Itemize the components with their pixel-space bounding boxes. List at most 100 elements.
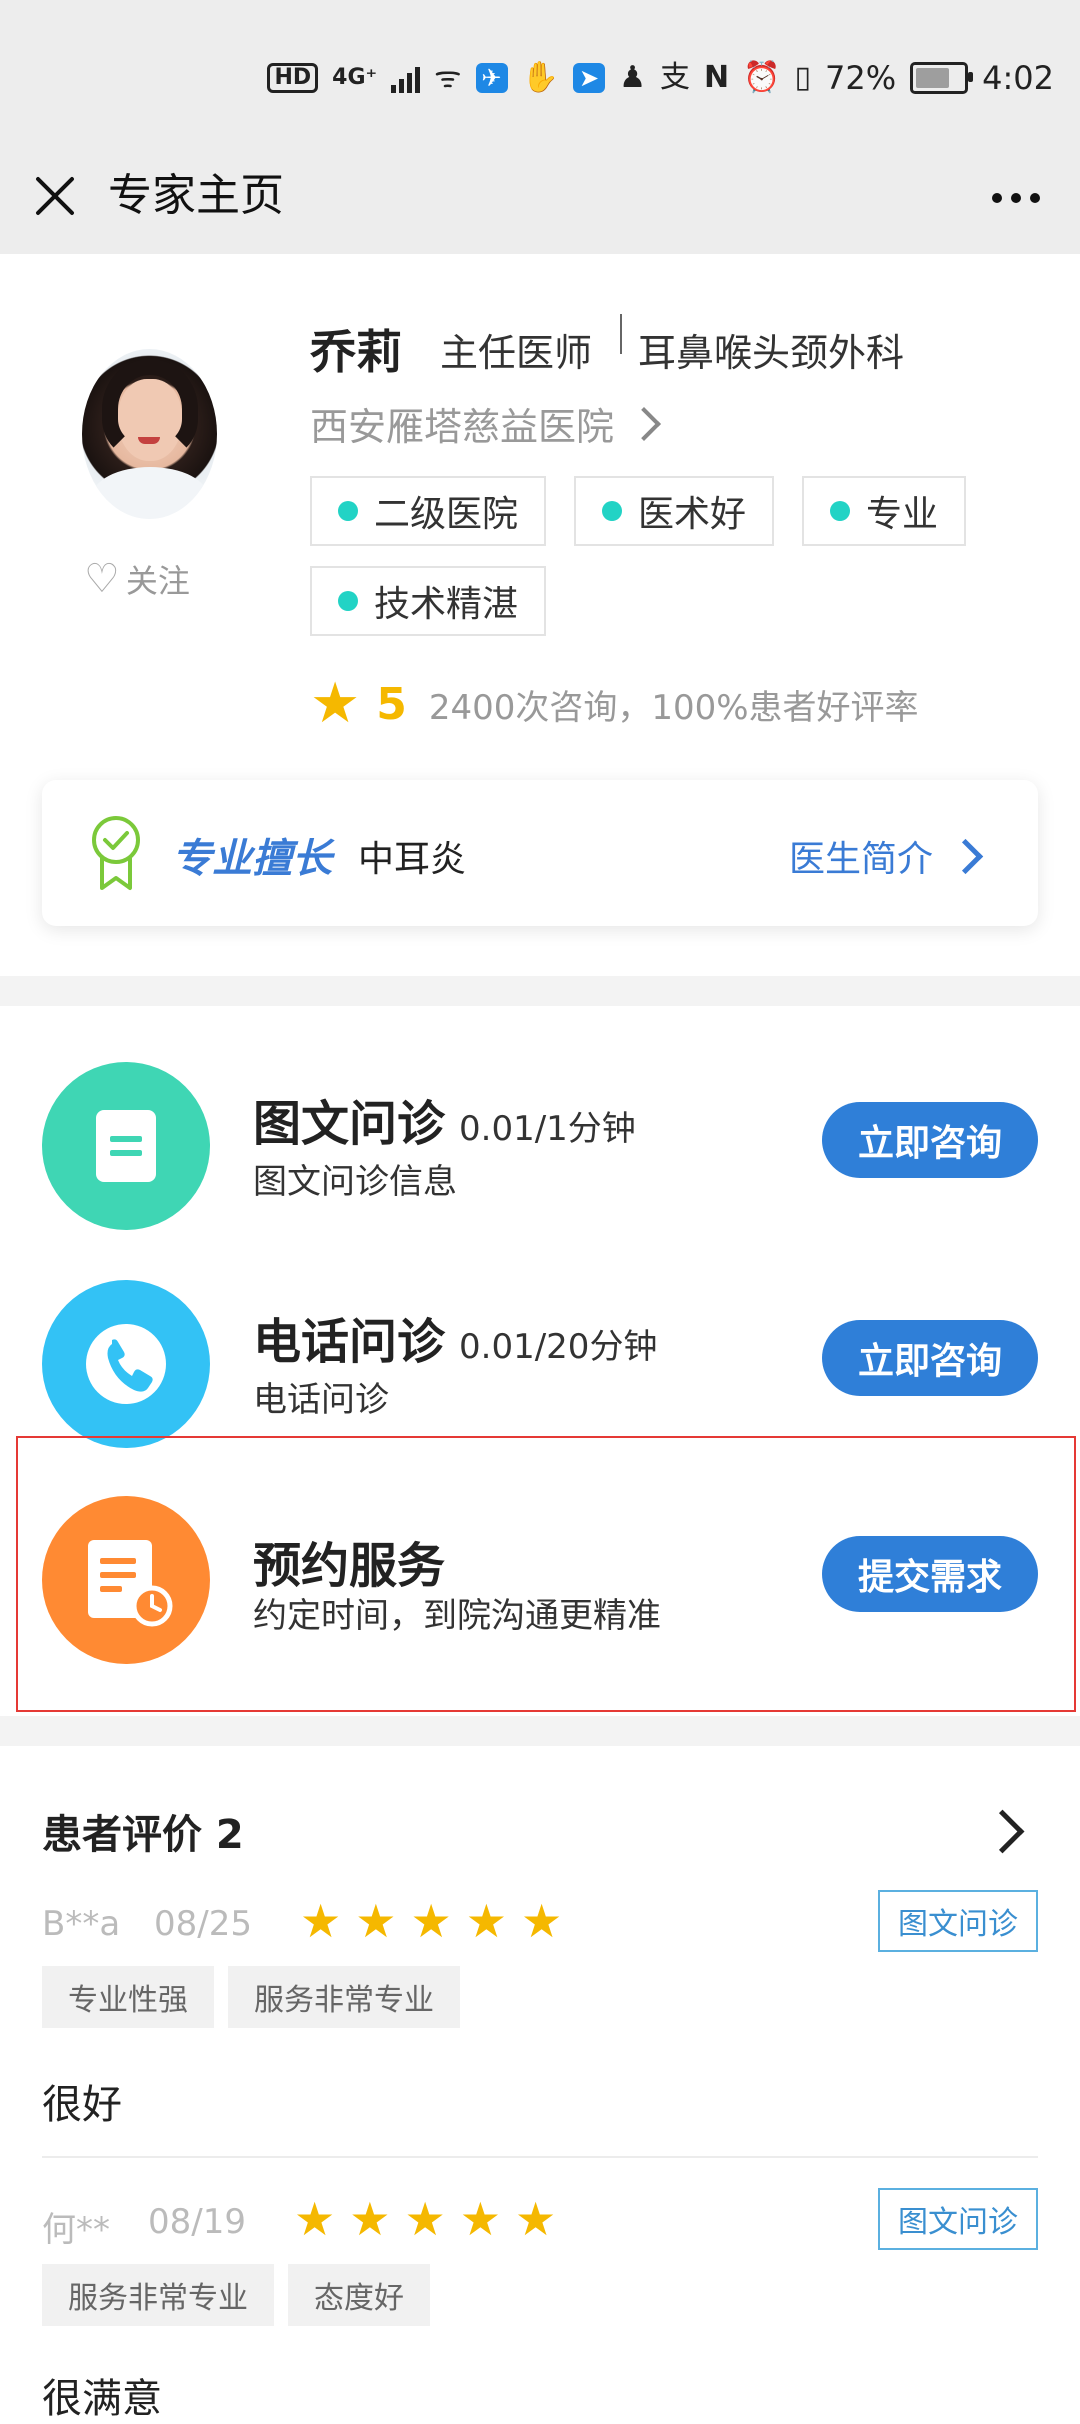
network-type-icon: 4G⁺ <box>332 65 378 90</box>
review-user: 何** <box>42 2210 110 2250</box>
chevron-right-icon <box>947 838 984 874</box>
reviews-title: 患者评价 2 <box>42 1812 244 1858</box>
service-title: 电话问诊 0.01/20分钟 <box>253 1302 657 1372</box>
doctor-tag: 技术精湛 <box>310 566 547 636</box>
title-separator <box>620 314 622 354</box>
follow-button[interactable]: ♡ 关注 <box>84 556 190 602</box>
heart-plus-icon: ♡ <box>84 556 120 602</box>
tag-dot-icon <box>830 501 851 521</box>
alarm-icon: ⏰ <box>743 60 781 95</box>
hand-icon: ✋ <box>521 60 560 95</box>
doctor-department: 耳鼻喉头颈外科 <box>638 331 905 375</box>
consult-now-button[interactable]: 立即咨询 <box>822 1102 1038 1178</box>
chevron-right-icon <box>627 406 661 441</box>
review-divider <box>42 2156 1038 2158</box>
service-desc: 电话问诊 <box>253 1380 389 1420</box>
tag-dot-icon <box>338 501 358 521</box>
star-icon: ★ <box>300 1894 342 1948</box>
document-icon <box>96 1110 156 1182</box>
avatar <box>82 349 217 519</box>
service-icon <box>42 1280 210 1448</box>
wifi-icon: ᯤ <box>434 60 462 95</box>
follow-label: 关注 <box>125 562 190 600</box>
tag-dot-icon <box>602 501 623 521</box>
highlight-box <box>16 1436 1076 1712</box>
review-tags: 服务非常专业 态度好 <box>42 2264 430 2326</box>
tag-dot-icon <box>338 591 358 611</box>
doctor-name: 乔莉 <box>310 325 402 379</box>
review-tag: 态度好 <box>288 2264 430 2326</box>
review-user: B**a <box>42 1904 121 1944</box>
status-bar: HD 4G⁺ ᯤ ✈ ✋ ➤ ♟ 支 N ⏰ ▯ 72% 4:02 <box>0 0 1080 150</box>
clock: 4:02 <box>982 59 1054 97</box>
hospital-name: 西安雁塔慈益医院 <box>310 405 615 449</box>
review-stars: ★ ★ ★ ★ ★ <box>294 2196 556 2242</box>
review-tag: 服务非常专业 <box>228 1966 460 2028</box>
vibrate-icon: ▯ <box>794 60 812 95</box>
doctor-tag: 二级医院 <box>310 476 547 546</box>
tag-label: 医术好 <box>638 494 747 535</box>
review-tag: 专业性强 <box>42 1966 214 2028</box>
tag-label: 技术精湛 <box>374 584 519 625</box>
star-icon: ★ <box>404 2192 446 2246</box>
battery-fill <box>916 68 950 88</box>
signal-icon <box>391 63 421 93</box>
app-notification-icon: ✈ <box>475 63 508 93</box>
doctor-profile: ♡ 关注 乔莉 主任医师 耳鼻喉头颈外科 西安雁塔慈益医院 二级医院 医术好 专… <box>0 254 1080 976</box>
star-icon: ★ <box>355 1894 397 1948</box>
star-icon: ★ <box>515 2192 557 2246</box>
star-icon: ★ <box>349 2192 391 2246</box>
service-desc: 图文问诊信息 <box>253 1162 457 1202</box>
section-divider <box>0 1716 1080 1746</box>
page-title: 专家主页 <box>108 170 284 221</box>
review-item: B**a 08/25 ★ ★ ★ ★ ★ 图文问诊 专业性强 服务非常专业 很好 <box>42 1890 1038 2194</box>
service-price: 0.01/1分钟 <box>459 1109 636 1149</box>
service-row: 电话问诊 0.01/20分钟 电话问诊 立即咨询 <box>0 1280 1080 1460</box>
doctor-intro-link[interactable]: 医生简介 <box>788 830 984 882</box>
patient-reviews: 患者评价 2 B**a 08/25 ★ ★ ★ ★ ★ 图文问诊 专业性强 服务非常专业… <box>0 1746 1080 2422</box>
star-icon: ★ <box>521 1894 563 1948</box>
review-type-badge: 图文问诊 <box>878 1890 1038 1952</box>
doctor-tags: 二级医院 医术好 专业 技术精湛 <box>310 476 1010 636</box>
service-title: 图文问诊 0.01/1分钟 <box>253 1084 636 1154</box>
consult-now-button[interactable]: 立即咨询 <box>822 1320 1038 1396</box>
star-icon: ★ <box>294 2192 336 2246</box>
hospital-link[interactable]: 西安雁塔慈益医院 <box>310 396 661 451</box>
star-icon: ★ <box>410 1894 452 1948</box>
doctor-tag: 专业 <box>802 476 967 546</box>
alipay-icon: 支 <box>660 60 691 95</box>
review-type-badge: 图文问诊 <box>878 2188 1038 2250</box>
service-icon <box>42 1062 210 1230</box>
doctor-tag: 医术好 <box>574 476 775 546</box>
review-date: 08/19 <box>148 2202 246 2242</box>
service-title-text: 电话问诊 <box>253 1314 446 1370</box>
specialty-card: 专业擅长 中耳炎 医生简介 <box>42 780 1038 926</box>
battery-icon <box>910 62 974 94</box>
hd-icon: HD <box>267 63 319 93</box>
service-title-text: 图文问诊 <box>253 1096 446 1152</box>
service-price: 0.01/20分钟 <box>459 1327 658 1367</box>
star-icon: ★ <box>465 1894 507 1948</box>
review-date: 08/25 <box>154 1904 252 1944</box>
review-content: 很好 <box>42 2082 122 2128</box>
close-icon[interactable] <box>32 172 78 218</box>
service-row: 图文问诊 0.01/1分钟 图文问诊信息 立即咨询 <box>0 1062 1080 1242</box>
rating-meta: 2400次咨询，100%患者好评率 <box>428 687 919 728</box>
doctor-intro-label: 医生简介 <box>788 839 933 880</box>
chevron-right-icon[interactable] <box>980 1809 1025 1854</box>
battery-percent: 72% <box>825 59 897 97</box>
review-tags: 专业性强 服务非常专业 <box>42 1966 460 2028</box>
review-item: 何** 08/19 ★ ★ ★ ★ ★ 图文问诊 服务非常专业 态度好 很满意 <box>42 2188 1038 2422</box>
rating-score: 5 <box>376 678 407 730</box>
nfc-icon: N <box>704 60 730 95</box>
dingtalk-icon: ➤ <box>573 63 606 93</box>
review-content: 很满意 <box>42 2376 162 2422</box>
specialty-value: 中耳炎 <box>358 839 467 880</box>
review-stars: ★ ★ ★ ★ ★ <box>300 1898 562 1944</box>
review-tag: 服务非常专业 <box>42 2264 274 2326</box>
section-divider <box>0 976 1080 1006</box>
star-icon: ★ <box>459 2192 501 2246</box>
more-options-icon[interactable] <box>992 178 1040 218</box>
tag-label: 二级医院 <box>374 494 519 535</box>
doctor-rating: ★ 5 2400次咨询，100%患者好评率 <box>310 676 919 732</box>
